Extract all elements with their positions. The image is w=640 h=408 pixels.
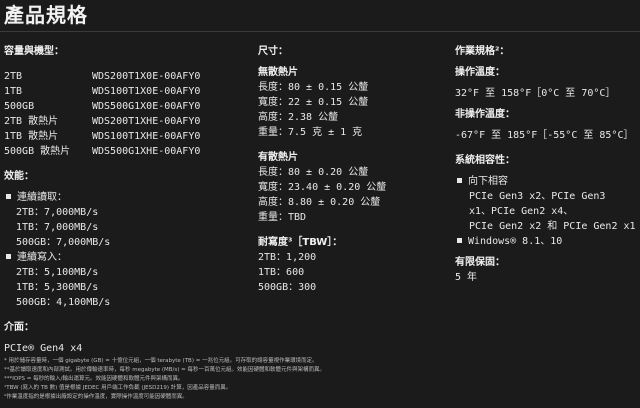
footnotes: * 用於儲存容量時，一個 gigabyte (GB) = 十億位元組，一個 te… — [4, 357, 634, 402]
footnote: ***IOPS = 每秒的輸入/輸出運算元。效能因硬體和軟體元件與架構而異。 — [4, 376, 184, 382]
dimension-row: 重量：TBD — [258, 212, 307, 223]
capacity: 1TB — [4, 86, 23, 97]
warranty-value: 5 年 — [455, 272, 478, 283]
endurance-heading: 耐寫度³［TBW］： — [258, 237, 343, 248]
compat-line: x1、PCIe Gen2 x4、 — [469, 206, 574, 217]
op-temp-label: 操作溫度： — [455, 67, 505, 78]
bullet-icon — [6, 254, 11, 259]
endurance-row: 2TB：1,200 — [258, 252, 317, 263]
dimension-row: 長度：80 ± 0.20 公釐 — [258, 167, 369, 178]
page-title: 產品規格 — [4, 3, 88, 27]
nonop-temp-label: 非操作溫度： — [455, 109, 515, 120]
write-label: 連續寫入： — [4, 250, 254, 265]
write-speed: 1TB：5,300MB/s — [16, 282, 99, 293]
capacity: 2TB 散熱片 — [4, 116, 59, 127]
dimension-row: 寬度：22 ± 0.15 公釐 — [258, 97, 369, 108]
dimension-row: 高度：8.80 ± 0.20 公釐 — [258, 197, 381, 208]
capacity: 500GB 散熱片 — [4, 146, 71, 157]
capacity: 1TB 散熱片 — [4, 131, 59, 142]
footnote: ²作業溫度指的是根據出廠設定的操作溫度，實際操作溫度可能因硬體而異。 — [4, 394, 188, 400]
model-row: 2TB 散熱片 WDS200T1XHE-00AFY0 — [4, 114, 254, 129]
dimension-row: 寬度：23.40 ± 0.20 公釐 — [258, 182, 387, 193]
dimension-row: 長度：80 ± 0.15 公釐 — [258, 82, 369, 93]
nonop-temp-value: -67°F 至 185°F［-55°C 至 85°C］ — [455, 130, 634, 141]
dimension-row: 高度：2.38 公釐 — [258, 112, 339, 123]
model-number: WDS200T1X0E-00AFY0 — [92, 71, 201, 82]
model-number: WDS500G1XHE-00AFY0 — [92, 146, 201, 157]
model-row: 1TB 散熱片 WDS100T1XHE-00AFY0 — [4, 129, 254, 144]
compat-line: PCIe Gen2 x2 和 PCIe Gen2 x1 — [469, 221, 636, 232]
warranty-heading: 有限保固： — [455, 257, 505, 268]
read-speed: 2TB：7,000MB/s — [16, 207, 99, 218]
heatsink-label: 有散熱片 — [258, 152, 298, 163]
bullet-icon — [6, 194, 11, 199]
endurance-row: 1TB：600 — [258, 267, 305, 278]
backward-label: 向下相容 — [455, 174, 640, 189]
model-number: WDS500G1X0E-00AFY0 — [92, 101, 201, 112]
backward-label-text: 向下相容 — [468, 176, 508, 187]
interface-value: PCIe® Gen4 x4 — [4, 343, 83, 354]
performance-heading: 效能： — [4, 171, 34, 182]
footnote: **基於讀取速度和內部測試。用於傳輸速率時，每秒 megabyte (MB/s)… — [4, 367, 326, 373]
column-middle: 尺寸： 無散熱片 長度：80 ± 0.15 公釐 寬度：22 ± 0.15 公釐… — [258, 44, 448, 295]
capacity: 2TB — [4, 71, 23, 82]
dimension-row: 重量：7.5 克 ± 1 克 — [258, 127, 363, 138]
endurance-row: 500GB：300 — [258, 282, 317, 293]
operating-heading: 作業規格²： — [455, 46, 510, 57]
capacity: 500GB — [4, 101, 35, 112]
model-number: WDS100T1XHE-00AFY0 — [92, 131, 201, 142]
windows-compat-text: Windows® 8.1、10 — [468, 236, 563, 247]
write-speed: 2TB：5,100MB/s — [16, 267, 99, 278]
write-label-text: 連續寫入： — [17, 252, 67, 263]
no-heatsink-label: 無散熱片 — [258, 67, 298, 78]
model-number: WDS100T1X0E-00AFY0 — [92, 86, 201, 97]
column-right: 作業規格²： 操作溫度： 32°F 至 158°F［0°C 至 70°C］ 非操… — [455, 44, 640, 285]
read-speed: 500GB：7,000MB/s — [16, 237, 111, 248]
footnote: * 用於儲存容量時，一個 gigabyte (GB) = 十億位元組，一個 te… — [4, 358, 318, 364]
capacity-model-heading: 容量與機型： — [4, 46, 64, 57]
compatibility-heading: 系統相容性： — [455, 155, 515, 166]
read-speed: 1TB：7,000MB/s — [16, 222, 99, 233]
read-label: 連續讀取： — [4, 190, 254, 205]
model-row: 500GB 散熱片 WDS500G1XHE-00AFY0 — [4, 144, 254, 159]
column-left: 容量與機型： 2TB WDS200T1X0E-00AFY0 1TB WDS100T1… — [4, 44, 254, 356]
footnote: ¹TBW (寫入的 TB 數) 值是根據 JEDEC 用戶端工作負載 (JESD… — [4, 385, 232, 391]
bullet-icon — [457, 178, 462, 183]
interface-heading: 介面： — [4, 322, 34, 333]
op-temp-value: 32°F 至 158°F［0°C 至 70°C］ — [455, 88, 616, 99]
model-row: 500GB WDS500G1X0E-00AFY0 — [4, 99, 254, 114]
windows-compat: Windows® 8.1、10 — [455, 234, 640, 249]
read-label-text: 連續讀取： — [17, 192, 67, 203]
model-number: WDS200T1XHE-00AFY0 — [92, 116, 201, 127]
bullet-icon — [457, 238, 462, 243]
write-speed: 500GB：4,100MB/s — [16, 297, 111, 308]
title-bar: 產品規格 — [0, 0, 640, 32]
model-row: 2TB WDS200T1X0E-00AFY0 — [4, 69, 254, 84]
model-row: 1TB WDS100T1X0E-00AFY0 — [4, 84, 254, 99]
dimensions-heading: 尺寸： — [258, 46, 288, 57]
compat-line: PCIe Gen3 x2、PCIe Gen3 — [469, 191, 606, 202]
